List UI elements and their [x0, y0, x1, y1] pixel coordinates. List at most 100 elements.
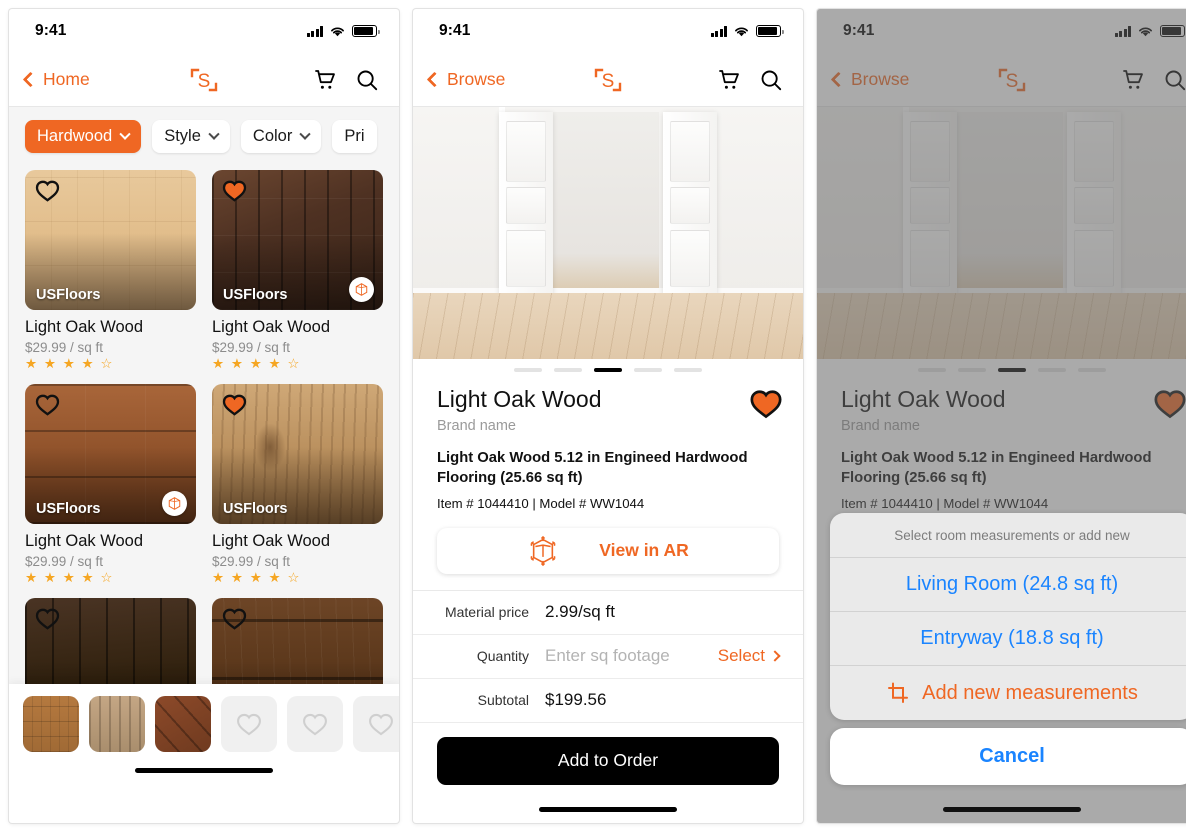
carousel-dot[interactable]	[674, 368, 702, 372]
favorite-heart-icon[interactable]	[35, 393, 60, 416]
add-to-order-button[interactable]: Add to Order	[437, 736, 779, 785]
product-rating-stars: ★ ★ ★ ★ ☆	[212, 356, 302, 371]
quantity-input-placeholder[interactable]: Enter sq footage	[545, 646, 670, 666]
product-title: Light Oak Wood	[212, 318, 331, 336]
view-in-ar-label: View in AR	[599, 540, 689, 561]
swatch-thumbnail[interactable]	[23, 696, 79, 752]
filter-chip-label: Hardwood	[37, 127, 113, 145]
favorite-heart-icon[interactable]	[35, 607, 60, 630]
product-rating-stars: ★ ★ ★ ★ ☆	[25, 569, 115, 585]
view-in-ar-button[interactable]: View in AR	[437, 527, 779, 574]
product-thumbnail[interactable]: USFloors	[212, 383, 383, 524]
phone-screen-browse: 9:41 Home S Hardwood Style Color Pri USF…	[9, 9, 399, 823]
heart-outline-icon	[303, 713, 327, 736]
product-thumbnail[interactable]: USFloors	[25, 383, 196, 524]
heart-outline-icon	[369, 713, 393, 736]
favorite-heart-icon[interactable]	[222, 179, 247, 202]
action-sheet-option-living-room[interactable]: Living Room (24.8 sq ft)	[830, 558, 1186, 612]
carousel-dot[interactable]	[634, 368, 662, 372]
product-grid-scroll[interactable]: USFloors Light Oak Wood $29.99 / sq ft ★…	[9, 166, 399, 784]
product-header-text: Light Oak Wood Brand name	[437, 386, 602, 434]
product-price: $29.99 / sq ft	[212, 553, 291, 569]
swatch-tray[interactable]	[9, 684, 399, 784]
cellular-bars-icon	[306, 26, 323, 37]
swatch-empty-slot[interactable]	[287, 696, 343, 752]
product-hero-image[interactable]	[413, 107, 803, 359]
row-label: Subtotal	[477, 692, 529, 709]
carousel-indicator[interactable]	[413, 359, 803, 376]
swatch-thumbnail[interactable]	[155, 696, 211, 752]
product-item-model: Item # 1044410 | Model # WW1044	[437, 495, 645, 511]
s-logo-icon: S	[594, 68, 622, 92]
filter-chip-color[interactable]: Color	[240, 120, 322, 153]
product-card[interactable]: USFloors Light Oak Wood $29.99 / sq ft ★…	[25, 170, 196, 372]
status-time: 9:41	[439, 22, 471, 39]
status-time: 9:41	[35, 22, 67, 39]
carousel-dot-active[interactable]	[594, 368, 622, 372]
product-brand-label: USFloors	[223, 500, 288, 517]
ar-cube-icon	[530, 535, 556, 566]
chevron-left-icon	[22, 71, 39, 88]
action-sheet: Select room measurements or add new Livi…	[830, 513, 1186, 785]
quantity-select-button[interactable]: Select	[717, 646, 781, 666]
search-icon[interactable]	[355, 68, 379, 92]
nav-bar: Browse S	[413, 53, 803, 107]
product-title: Light Oak Wood	[25, 318, 144, 336]
cart-icon[interactable]	[313, 68, 337, 92]
favorite-heart-icon[interactable]	[35, 179, 60, 202]
chevron-down-icon	[299, 128, 312, 140]
filter-chip-price[interactable]: Pri	[332, 120, 377, 153]
swatch-empty-slot[interactable]	[221, 696, 277, 752]
product-title: Light Oak Wood	[212, 531, 331, 550]
filter-chip-label: Pri	[344, 127, 365, 145]
product-price: $29.99 / sq ft	[25, 340, 104, 355]
product-rating-stars: ★ ★ ★ ★ ☆	[212, 569, 302, 585]
product-brand-label: USFloors	[223, 287, 288, 303]
home-indicator	[135, 768, 273, 773]
product-price: $29.99 / sq ft	[212, 340, 291, 355]
quantity-row[interactable]: Quantity Enter sq footage Select	[413, 635, 803, 679]
product-thumbnail[interactable]: USFloors	[25, 170, 196, 310]
carousel-dot[interactable]	[514, 368, 542, 372]
carousel-dot[interactable]	[554, 368, 582, 372]
action-sheet-option-entryway[interactable]: Entryway (18.8 sq ft)	[830, 612, 1186, 666]
home-indicator	[539, 807, 677, 812]
three-panel-mockup: 9:41 Home S Hardwood Style Color Pri USF…	[0, 0, 1186, 832]
filter-chip-row[interactable]: Hardwood Style Color Pri	[9, 107, 399, 166]
ar-cube-icon	[355, 283, 368, 296]
action-sheet-title: Select room measurements or add new	[830, 513, 1186, 558]
swatch-empty-slot[interactable]	[353, 696, 399, 752]
cellular-bars-icon	[710, 26, 727, 37]
filter-chip-style[interactable]: Style	[152, 120, 230, 153]
action-sheet-option-add-new[interactable]: Add new measurements	[830, 666, 1186, 720]
product-card[interactable]: USFloors Light Oak Wood $29.99 / sq ft ★…	[25, 383, 196, 586]
favorite-heart-icon[interactable]	[749, 388, 783, 419]
row-label: Quantity	[476, 648, 529, 665]
svg-text:S: S	[602, 71, 615, 92]
status-bar: 9:41	[413, 9, 803, 53]
product-card[interactable]: USFloors Light Oak Wood $29.99 / sq ft ★…	[212, 170, 383, 372]
back-button[interactable]: Browse	[426, 69, 505, 90]
favorite-heart-icon[interactable]	[222, 393, 247, 416]
product-price: $29.99 / sq ft	[25, 553, 104, 569]
status-indicators	[306, 25, 380, 37]
filter-chip-label: Color	[252, 127, 293, 145]
product-brand-label: USFloors	[36, 500, 101, 517]
product-card[interactable]: USFloors Light Oak Wood $29.99 / sq ft ★…	[212, 383, 383, 586]
favorite-heart-icon[interactable]	[222, 607, 247, 630]
ar-view-badge[interactable]	[162, 490, 187, 516]
quantity-select-label: Select	[717, 646, 765, 666]
material-price-value: 2.99/sq ft	[545, 602, 615, 622]
search-icon[interactable]	[759, 68, 783, 92]
nav-actions	[313, 68, 379, 92]
action-sheet-cancel-button[interactable]: Cancel	[830, 728, 1186, 785]
swatch-thumbnail[interactable]	[89, 696, 145, 752]
filter-chip-hardwood[interactable]: Hardwood	[25, 120, 142, 153]
ar-view-badge[interactable]	[349, 277, 374, 302]
s-logo-icon: S	[190, 68, 218, 92]
back-button[interactable]: Home	[22, 69, 90, 90]
nav-bar: Home S	[9, 53, 399, 107]
cart-icon[interactable]	[717, 68, 741, 92]
product-thumbnail[interactable]: USFloors	[212, 170, 383, 310]
phone-screen-product-detail: 9:41 Browse S Light Oak Wood Brand name …	[413, 9, 803, 823]
